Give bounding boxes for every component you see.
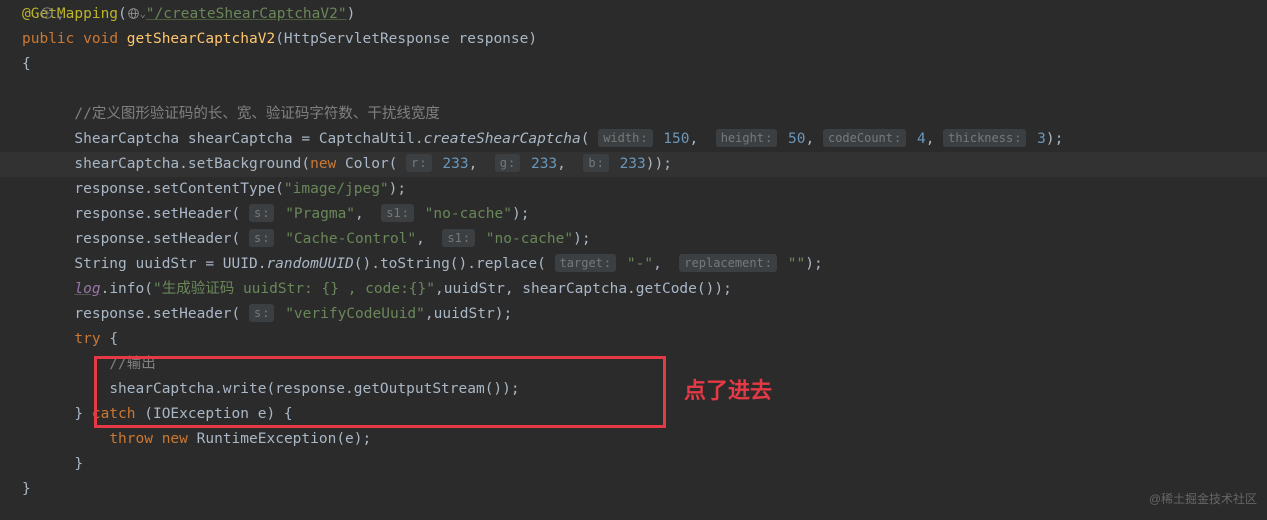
kw-new2: new <box>162 431 188 447</box>
str-logmsg: "生成验证码 uuidStr: {} , code:{}" <box>153 281 435 297</box>
create-method: createShearCaptcha <box>424 131 581 147</box>
log-ref: log <box>74 281 100 297</box>
hint-s2: s <box>249 229 274 247</box>
val-height: 50 <box>788 131 805 147</box>
str-nocache2: "no-cache" <box>486 231 573 247</box>
kw-new: new <box>310 156 336 172</box>
comment-definition: //定义图形验证码的长、宽、验证码字符数、干扰线宽度 <box>74 106 439 122</box>
str-pragma: "Pragma" <box>285 206 355 222</box>
color-type: Color( <box>345 156 397 172</box>
kw-throw: throw <box>109 431 153 447</box>
log-b: .info( <box>101 281 153 297</box>
hint-codecount: codeCount <box>823 129 906 147</box>
hint-replacement: replacement <box>679 254 777 272</box>
sh1-a: response.setHeader( <box>74 206 240 222</box>
gutter-nav-icon[interactable] <box>40 4 54 18</box>
hint-width: width <box>598 129 652 147</box>
str-verifycode: "verifyCodeUuid" <box>285 306 425 322</box>
sh2-a: response.setHeader( <box>74 231 240 247</box>
kw-try: try <box>74 331 100 347</box>
setbg-a: shearCaptcha.setBackground( <box>74 156 310 172</box>
hint-b: b <box>583 154 608 172</box>
hint-height: height <box>716 129 778 147</box>
hint-thickness: thickness <box>943 129 1026 147</box>
kw-public: public <box>22 31 74 47</box>
val-codecount: 4 <box>917 131 926 147</box>
str-nocache1: "no-cache" <box>425 206 512 222</box>
val-width: 150 <box>663 131 689 147</box>
hint-g: g <box>495 154 520 172</box>
brace-open: { <box>22 56 31 72</box>
hint-s3: s <box>249 304 274 322</box>
sh3-a: response.setHeader( <box>74 306 240 322</box>
comment-output: //输出 <box>109 356 155 372</box>
str-imagejpeg: "image/jpeg" <box>284 181 389 197</box>
val-g: 233 <box>531 156 557 172</box>
randomuuid: randomUUID <box>266 256 353 272</box>
val-thickness: 3 <box>1037 131 1046 147</box>
log-c: ,uuidStr, shearCaptcha.getCode()); <box>435 281 732 297</box>
setct-a: response.setContentType( <box>74 181 284 197</box>
runtime-type: RuntimeException(e); <box>197 431 372 447</box>
url-path-string: "/createShearCaptchaV2" <box>146 6 347 22</box>
str-cachecontrol: "Cache-Control" <box>285 231 416 247</box>
fold-arrow-icon[interactable]: ▾ <box>57 6 63 31</box>
hint-r: r <box>406 154 431 172</box>
hint-s: s <box>249 204 274 222</box>
shear-decl-a: ShearCaptcha shearCaptcha = CaptchaUtil. <box>74 131 423 147</box>
annotation-getmapping: @GetMapping <box>22 6 118 22</box>
catch-type: IOException e <box>153 406 267 422</box>
kw-catch: catch <box>92 406 136 422</box>
param-type: HttpServletResponse <box>284 31 450 47</box>
write-line: shearCaptcha.write(response.getOutputStr… <box>109 381 519 397</box>
hint-target: target <box>555 254 617 272</box>
watermark: @稀土掘金技术社区 <box>1149 487 1257 512</box>
globe-icon <box>127 7 140 20</box>
sh3-b: ,uuidStr); <box>425 306 512 322</box>
uuid-a: String uuidStr = UUID. <box>74 256 266 272</box>
str-empty: "" <box>788 256 805 272</box>
str-dash: "-" <box>627 256 653 272</box>
annotation-label: 点了进去 <box>684 378 772 403</box>
code-editor[interactable]: @GetMapping(⌄"/createShearCaptchaV2") pu… <box>22 2 1267 502</box>
hint-s1: s1 <box>381 204 414 222</box>
val-r: 233 <box>442 156 468 172</box>
method-name: getShearCaptchaV2 <box>127 31 275 47</box>
kw-void: void <box>83 31 118 47</box>
uuid-b: ().toString().replace( <box>354 256 546 272</box>
hint-s12: s1 <box>442 229 475 247</box>
param-name: response <box>459 31 529 47</box>
val-b: 233 <box>620 156 646 172</box>
